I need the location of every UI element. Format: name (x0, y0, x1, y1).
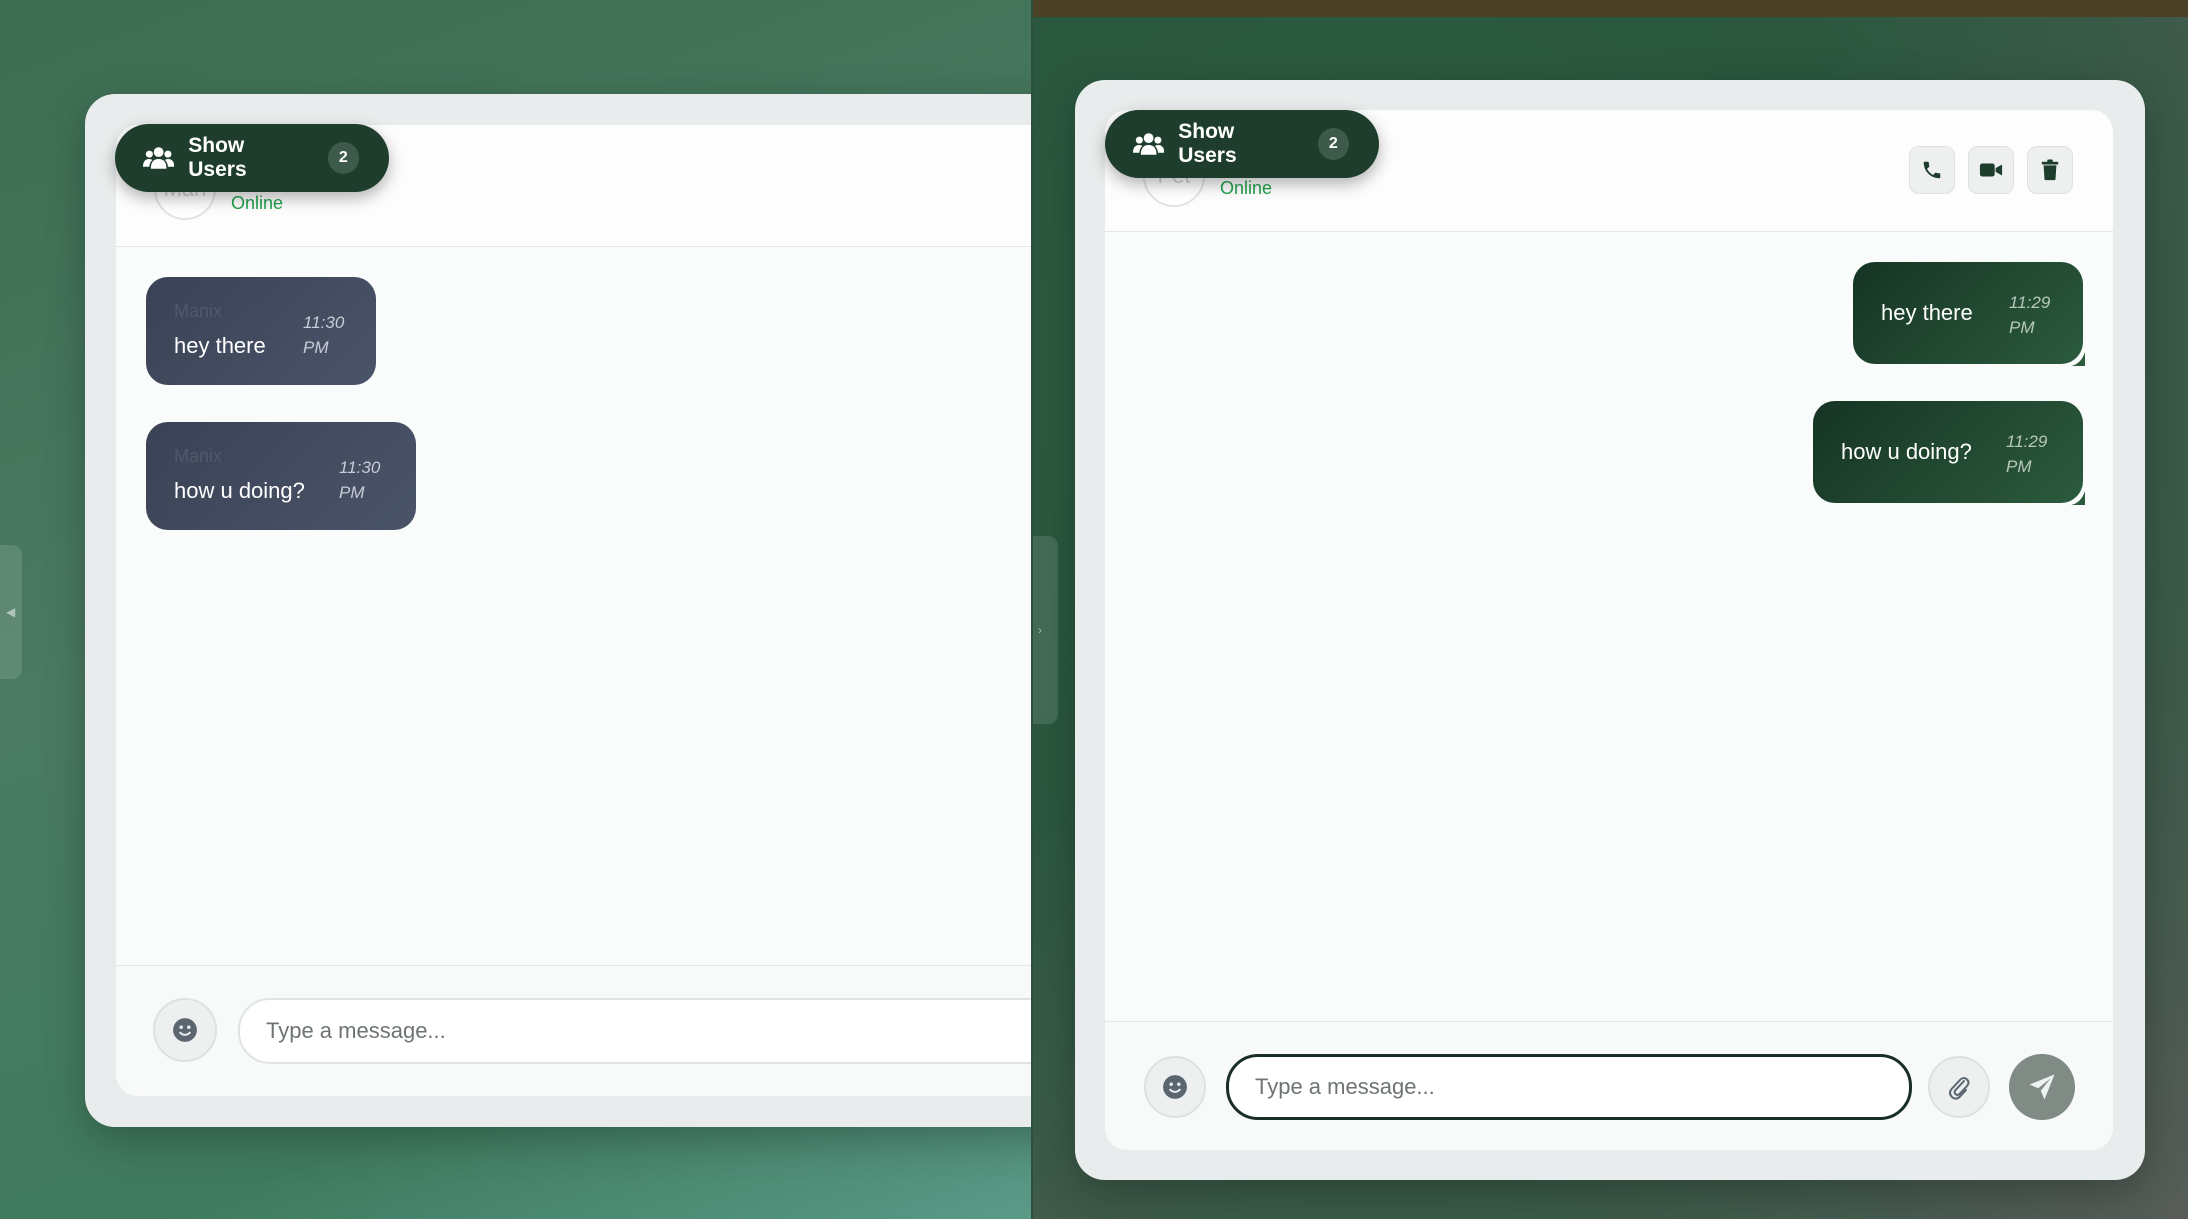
emoji-button[interactable] (1144, 1056, 1206, 1118)
window-divider (1031, 0, 1033, 1219)
trash-icon (2041, 159, 2059, 181)
online-status: Online (1220, 178, 1273, 198)
chevron-left-icon: ◀ (6, 605, 16, 619)
message-sender: Manix (174, 446, 223, 466)
message-composer (1105, 1021, 2113, 1150)
message-input[interactable] (238, 998, 1032, 1064)
chat-window: Pet Online (1075, 80, 2145, 1180)
users-count-badge: 2 (327, 142, 359, 174)
message-composer (116, 965, 1032, 1096)
message-bubble[interactable]: Manix how u doing? 11:30 PM (146, 422, 416, 530)
delete-chat-button[interactable] (2027, 146, 2073, 194)
video-call-button[interactable] (1968, 146, 2014, 194)
message-time: 11:30 PM (339, 458, 381, 502)
right-sidebar-toggle[interactable]: › (1032, 536, 1058, 724)
message-text: hey there (1881, 300, 1973, 325)
voice-call-button[interactable] (1909, 146, 1955, 194)
attach-button[interactable] (1928, 1056, 1990, 1118)
message-text: hey there (174, 333, 266, 358)
phone-icon (1923, 161, 1941, 179)
paperclip-icon (1949, 1077, 1970, 1100)
message-time: 11:29 PM (2006, 432, 2048, 476)
users-icon (1133, 133, 1165, 155)
message-time: 11:30 PM (303, 313, 345, 357)
bubble-tail (2071, 352, 2085, 366)
chat-panel: Pet Online (1105, 110, 2113, 1150)
right-chat-window-background: › Pet Online (1032, 0, 2188, 1219)
show-users-button[interactable]: Show Users 2 (1105, 110, 1379, 178)
chat-panel: Man Online Manix hey there 11:30 PM Mani… (116, 125, 1032, 1096)
emoji-button[interactable] (153, 998, 217, 1062)
show-users-label: Show Users (188, 134, 247, 181)
users-count-badge: 2 (1317, 128, 1349, 160)
show-users-label: Show Users (1178, 120, 1237, 167)
top-bar (1032, 0, 2188, 17)
left-sidebar-toggle[interactable]: ◀ (0, 545, 22, 679)
send-icon (2029, 1074, 2055, 1100)
message-bubble[interactable]: Manix hey there 11:30 PM (146, 277, 376, 385)
message-time: 11:29 PM (2009, 293, 2051, 337)
message-text: how u doing? (174, 478, 305, 503)
chevron-right-icon: › (1038, 623, 1042, 637)
message-text: how u doing? (1841, 439, 1972, 464)
online-status: Online (231, 193, 284, 213)
message-input[interactable] (1226, 1054, 1912, 1120)
message-bubble[interactable]: how u doing? 11:29 PM (1813, 401, 2085, 505)
users-icon (143, 147, 175, 169)
emoji-icon (1163, 1075, 1187, 1099)
message-sender: Manix (174, 301, 223, 321)
show-users-button[interactable]: Show Users 2 (115, 124, 389, 192)
message-bubble[interactable]: hey there 11:29 PM (1853, 262, 2085, 366)
send-button[interactable] (2009, 1054, 2075, 1120)
video-icon (1979, 163, 2003, 177)
left-chat-window-background: ◀ Man Online Manix hey there 11:30 PM Ma… (0, 0, 1032, 1219)
bubble-tail (2071, 491, 2085, 505)
chat-window: Man Online Manix hey there 11:30 PM Mani… (85, 94, 1032, 1127)
emoji-icon (173, 1018, 197, 1042)
